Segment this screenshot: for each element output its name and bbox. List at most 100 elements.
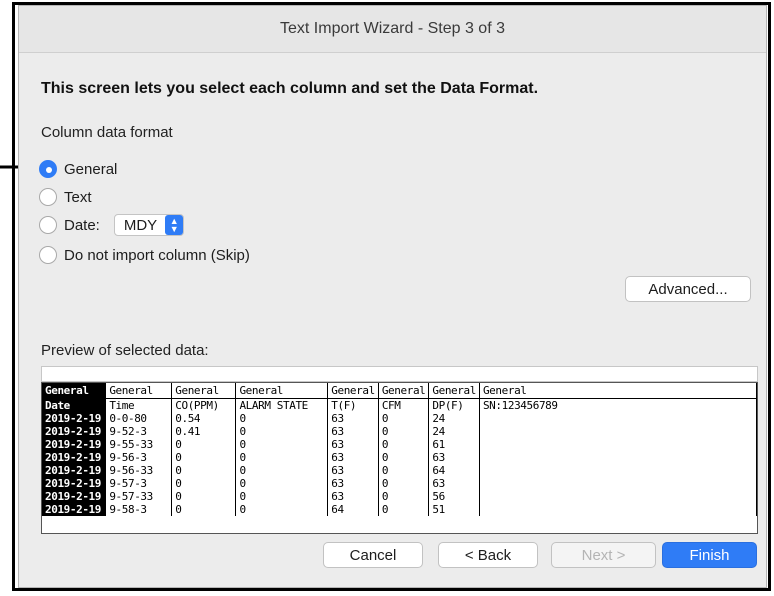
preview-cell: CO(PPM) (171, 398, 237, 412)
chevron-updown-icon: ▲ ▼ (165, 215, 184, 235)
preview-cell: 0 (171, 451, 237, 464)
data-preview[interactable]: General General General General General … (41, 382, 758, 534)
preview-cell: 0 (378, 425, 430, 438)
preview-cell: 2019-2-19 (42, 438, 107, 451)
preview-cell: 2019-2-19 (42, 412, 107, 425)
preview-cell: 0 (235, 477, 329, 490)
preview-cell: 64 (327, 503, 379, 516)
preview-header-row: General General General General General … (42, 383, 757, 399)
preview-cell: 9-52-3 (105, 425, 173, 438)
preview-table: General General General General General … (42, 383, 757, 516)
preview-cell: 9-56-3 (105, 451, 173, 464)
general-radio[interactable] (39, 160, 57, 178)
skip-option[interactable]: Do not import column (Skip) (39, 244, 250, 266)
preview-cell: 0 (235, 490, 329, 503)
date-option[interactable]: Date: MDY ▲ ▼ (39, 214, 185, 236)
finish-button[interactable]: Finish (662, 542, 757, 568)
preview-cell: 64 (428, 464, 480, 477)
column-format-header[interactable]: General (235, 383, 329, 399)
preview-cell: 61 (428, 438, 480, 451)
preview-cell: 0 (171, 438, 237, 451)
preview-cell: 0 (378, 438, 430, 451)
preview-cell (479, 490, 757, 503)
column-format-header[interactable]: General (105, 383, 173, 399)
preview-cell: DP(F) (428, 398, 480, 412)
preview-cell: 56 (428, 490, 480, 503)
preview-cell: 63 (428, 451, 480, 464)
skip-radio[interactable] (39, 246, 57, 264)
preview-cell: 24 (428, 425, 480, 438)
preview-cell (479, 503, 757, 516)
preview-cell: 9-57-3 (105, 477, 173, 490)
preview-cell: SN:123456789 (479, 398, 757, 412)
cancel-button[interactable]: Cancel (323, 542, 423, 568)
skip-label: Do not import column (Skip) (64, 246, 250, 264)
column-format-header[interactable]: General (171, 383, 237, 399)
preview-cell: 9-58-3 (105, 503, 173, 516)
preview-cell (479, 438, 757, 451)
preview-cell: 0 (171, 477, 237, 490)
preview-cell: 0 (378, 477, 430, 490)
preview-cell: 0 (378, 412, 430, 425)
preview-cell: 2019-2-19 (42, 451, 107, 464)
preview-cell: 0.41 (171, 425, 237, 438)
preview-row: 2019-2-19 9-57-3 0 0 63 0 63 (42, 477, 757, 490)
preview-cell: 0 (171, 464, 237, 477)
text-label: Text (64, 188, 92, 206)
general-label: General (64, 160, 118, 178)
column-format-header[interactable]: General (327, 383, 379, 399)
preview-row: 2019-2-19 9-55-33 0 0 63 0 61 (42, 438, 757, 451)
preview-label: Preview of selected data: (41, 342, 209, 359)
preview-cell: T(F) (327, 398, 379, 412)
preview-cell: 63 (327, 425, 379, 438)
preview-cell: 24 (428, 412, 480, 425)
preview-cell (479, 451, 757, 464)
preview-cell: 63 (327, 490, 379, 503)
preview-cell: Time (105, 398, 173, 412)
preview-row: 2019-2-19 9-57-33 0 0 63 0 56 (42, 490, 757, 503)
preview-row: 2019-2-19 9-56-3 0 0 63 0 63 (42, 451, 757, 464)
preview-cell: 2019-2-19 (42, 503, 107, 516)
preview-cell: 0 (171, 490, 237, 503)
preview-cell: Date (42, 398, 107, 412)
preview-cell: 0 (378, 464, 430, 477)
preview-cell: 0-0-80 (105, 412, 173, 425)
preview-cell: 2019-2-19 (42, 464, 107, 477)
date-label: Date: (64, 216, 100, 234)
preview-cell: 0 (378, 451, 430, 464)
preview-cell: 2019-2-19 (42, 477, 107, 490)
preview-row: 2019-2-19 9-58-3 0 0 64 0 51 (42, 503, 757, 516)
date-format-select[interactable]: MDY ▲ ▼ (113, 214, 185, 236)
preview-cell: 63 (327, 477, 379, 490)
column-format-header[interactable]: General (479, 383, 757, 399)
preview-cell: 0 (235, 464, 329, 477)
advanced-button[interactable]: Advanced... (625, 276, 751, 302)
preview-cell (479, 425, 757, 438)
preview-cell: 2019-2-19 (42, 490, 107, 503)
general-option[interactable]: General (39, 158, 117, 180)
preview-row: 2019-2-19 0-0-80 0.54 0 63 0 24 (42, 412, 757, 425)
preview-cell: 0 (235, 438, 329, 451)
text-option[interactable]: Text (39, 186, 92, 208)
column-format-header[interactable]: General (42, 383, 107, 399)
instructions-heading: This screen lets you select each column … (41, 80, 539, 97)
column-format-header[interactable]: General (378, 383, 430, 399)
preview-cell: ALARM STATE (235, 398, 329, 412)
preview-cell (479, 464, 757, 477)
preview-cell: 0 (235, 412, 329, 425)
preview-cell: 0.54 (171, 412, 237, 425)
text-radio[interactable] (39, 188, 57, 206)
column-format-header[interactable]: General (428, 383, 480, 399)
next-button[interactable]: Next > (551, 542, 656, 568)
preview-cell: 0 (378, 503, 430, 516)
preview-cell: 9-57-33 (105, 490, 173, 503)
preview-cell (479, 477, 757, 490)
preview-cell (479, 412, 757, 425)
preview-cell: 0 (378, 490, 430, 503)
preview-cell: 9-55-33 (105, 438, 173, 451)
date-radio[interactable] (39, 216, 57, 234)
preview-cell: 63 (327, 451, 379, 464)
back-button[interactable]: < Back (438, 542, 538, 568)
preview-cell: 63 (327, 464, 379, 477)
preview-cell: 63 (428, 477, 480, 490)
